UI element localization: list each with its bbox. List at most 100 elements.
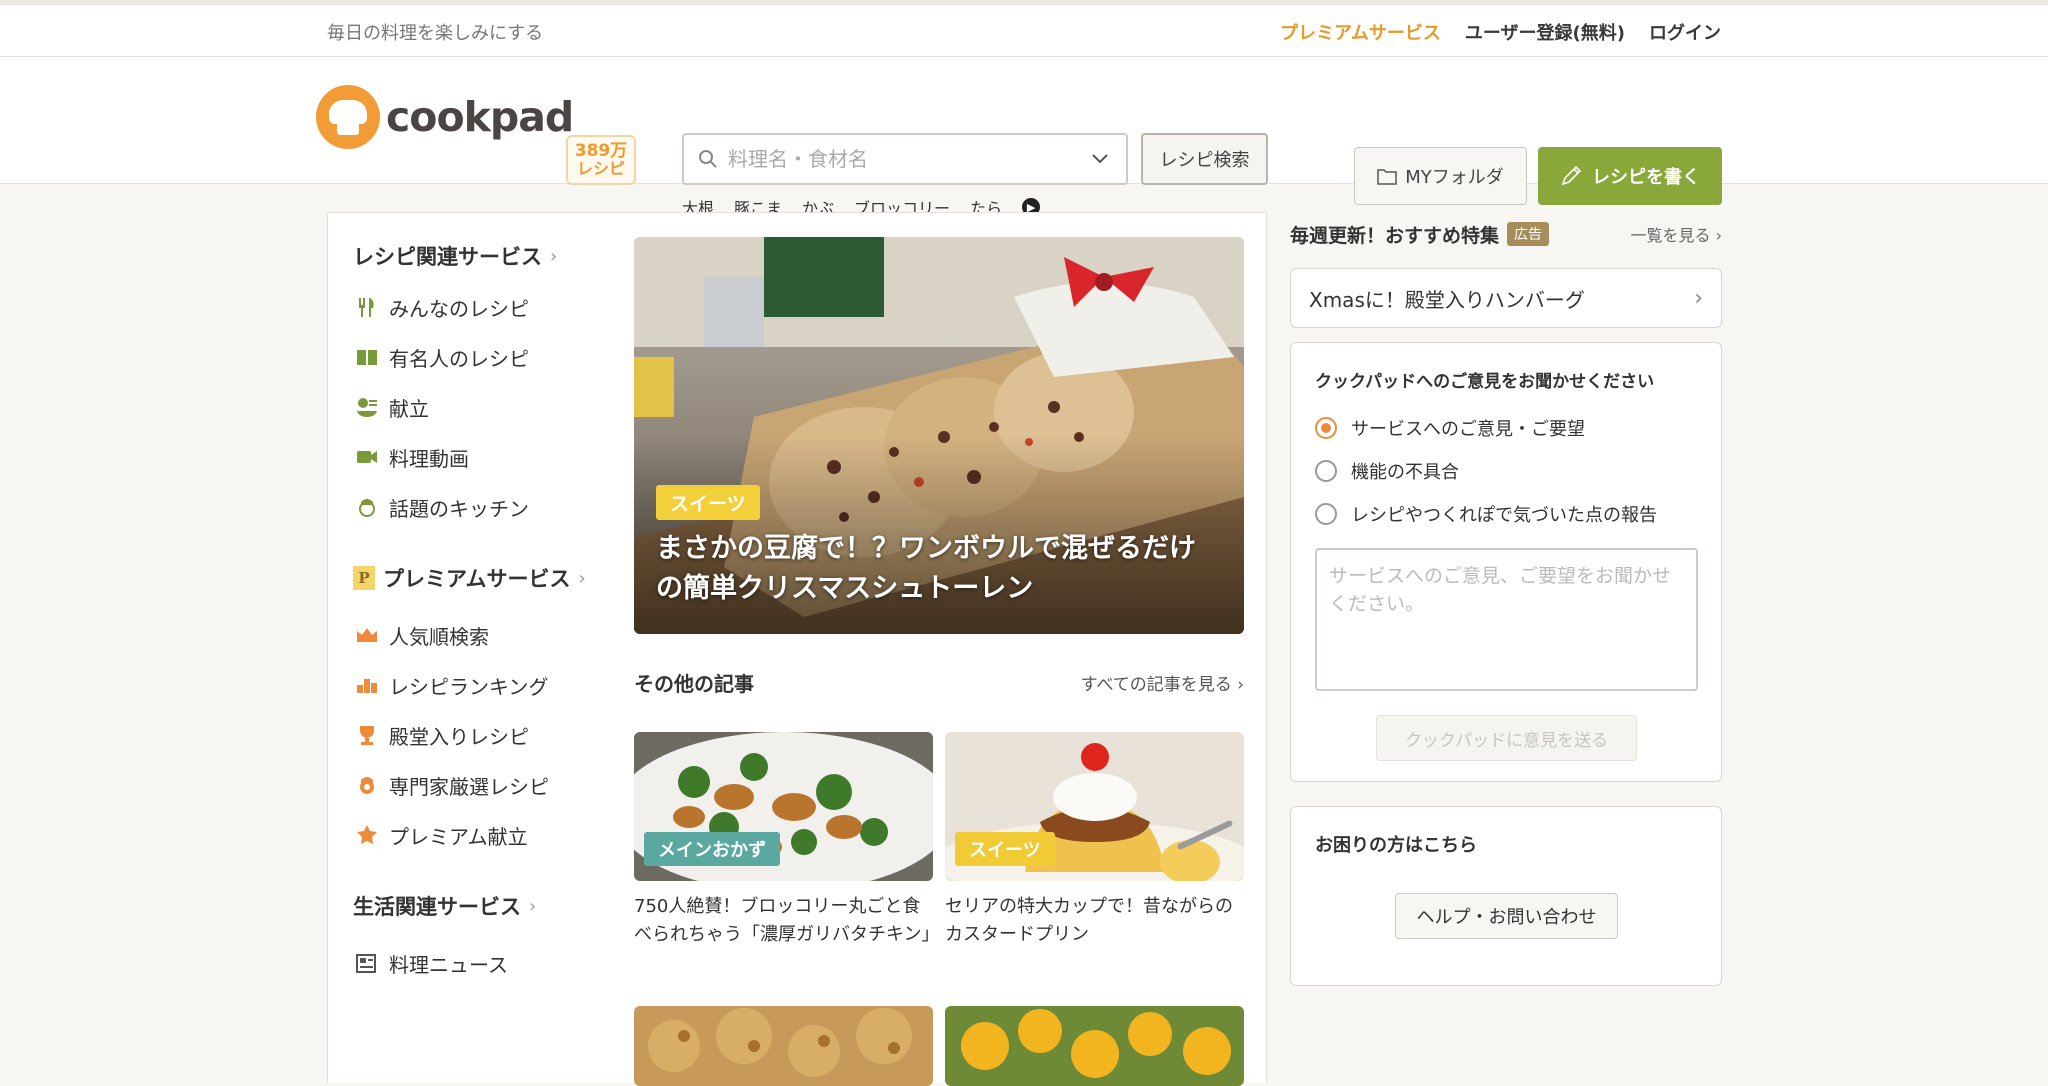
login-link[interactable]: ログイン — [1649, 19, 1721, 45]
site-header: cookpad 389万 レシピ レシピ検索 大根 豚こま かぶ ブロッコリー … — [0, 57, 2048, 218]
podium-icon — [355, 673, 379, 697]
featured-article-title: まさかの豆腐で！？ワンボウルで混ぜるだけの簡単クリスマスシュトーレン — [656, 533, 1196, 604]
chevron-right-icon: › — [1694, 285, 1703, 311]
my-folder-button[interactable]: MYフォルダ — [1354, 147, 1527, 205]
fork-knife-icon — [355, 295, 379, 319]
sidebar-item-everyone-recipes[interactable]: みんなのレシピ — [353, 282, 593, 332]
sidebar-item-menu[interactable]: 献立 — [353, 382, 593, 432]
sidebar-section-premium-services[interactable]: P プレミアムサービス › — [353, 560, 593, 596]
sidebar-item-label: 有名人のレシピ — [389, 346, 529, 371]
top-links: プレミアムサービス ユーザー登録(無料) ログイン — [1280, 19, 1721, 45]
sidebar-item-label: 殿堂入りレシピ — [389, 724, 529, 749]
premium-p-badge: P — [353, 566, 375, 590]
expert-icon — [355, 773, 379, 797]
search-icon — [699, 150, 717, 168]
feedback-textarea[interactable] — [1315, 548, 1698, 691]
recipe-count-unit: レシピ — [576, 159, 625, 178]
radio-unselected-icon — [1315, 502, 1337, 525]
premium-service-link[interactable]: プレミアムサービス — [1280, 19, 1441, 45]
chevron-right-icon: › — [578, 567, 586, 589]
article-card[interactable] — [945, 1006, 1244, 1086]
write-recipe-button[interactable]: レシピを書く — [1538, 147, 1722, 205]
search-input[interactable] — [726, 146, 1092, 172]
article-image — [634, 1006, 933, 1086]
sidebar-item-cooking-videos[interactable]: 料理動画 — [353, 432, 593, 482]
radio-label: 機能の不具合 — [1351, 461, 1459, 483]
article-image: スイーツ — [945, 732, 1244, 881]
crown-icon — [355, 623, 379, 647]
pencil-icon — [1561, 165, 1582, 186]
radio-unselected-icon — [1315, 459, 1337, 482]
radio-label: レシピやつくれぽで気づいた点の報告 — [1351, 504, 1657, 526]
sidebar-item-expert-recipes[interactable]: 専門家厳選レシピ — [353, 760, 593, 810]
chevron-right-icon: › — [550, 245, 558, 267]
sidebar-item-popular-search[interactable]: 人気順検索 — [353, 610, 593, 660]
help-contact-button[interactable]: ヘルプ・お問い合わせ — [1395, 893, 1618, 939]
radio-selected-icon — [1315, 416, 1337, 439]
view-list-link[interactable]: 一覧を見る › — [1631, 222, 1723, 246]
weekly-feature-header: 毎週更新！おすすめ特集 広告 一覧を見る › — [1290, 212, 1722, 256]
view-list-label: 一覧を見る — [1630, 226, 1711, 245]
my-folder-label: MYフォルダ — [1405, 167, 1504, 188]
folder-icon — [1377, 169, 1397, 185]
section-title: 生活関連サービス — [353, 895, 521, 919]
citrus-photo — [945, 1006, 1244, 1086]
send-feedback-button[interactable]: クックパッドに意見を送る — [1376, 715, 1637, 761]
weekly-feature-title: 毎週更新！おすすめ特集 — [1290, 224, 1500, 247]
search-box — [682, 133, 1128, 185]
recipe-count-badge: 389万 レシピ — [566, 135, 636, 185]
site-tagline: 毎日の料理を楽しみにする — [327, 23, 544, 44]
section-title: レシピ関連サービス — [353, 245, 542, 269]
top-bar: 毎日の料理を楽しみにする プレミアムサービス ユーザー登録(無料) ログイン — [0, 5, 2048, 57]
feature-link-card[interactable]: Xmasに！殿堂入りハンバーグ › — [1290, 268, 1722, 328]
see-all-articles-link[interactable]: すべての記事を見る › — [1081, 670, 1244, 695]
right-sidebar: 毎週更新！おすすめ特集 広告 一覧を見る › Xmasに！殿堂入りハンバーグ ›… — [1290, 212, 1722, 986]
sidebar: レシピ関連サービス › みんなのレシピ 有名人のレシピ 献立 料理動画 話題のキ… — [353, 238, 593, 988]
sidebar-item-recipe-ranking[interactable]: レシピランキング — [353, 660, 593, 710]
recipe-count-number: 389万 — [574, 141, 628, 161]
sidebar-item-celebrity-recipes[interactable]: 有名人のレシピ — [353, 332, 593, 382]
sidebar-item-label: みんなのレシピ — [389, 296, 529, 321]
main-content-panel: レシピ関連サービス › みんなのレシピ 有名人のレシピ 献立 料理動画 話題のキ… — [327, 212, 1267, 1086]
feedback-option-radio[interactable]: サービスへのご意見・ご要望 — [1315, 406, 1697, 449]
chevron-right-icon: › — [529, 895, 537, 917]
fried-food-photo — [634, 1006, 933, 1086]
book-icon — [355, 345, 379, 369]
sidebar-section-recipe-services[interactable]: レシピ関連サービス › — [353, 238, 593, 274]
star-menu-icon — [355, 823, 379, 847]
ad-badge: 広告 — [1507, 222, 1550, 246]
chef-hat-logo-icon — [316, 85, 380, 149]
feedback-option-radio[interactable]: レシピやつくれぽで気づいた点の報告 — [1315, 492, 1697, 535]
sidebar-item-label: 料理ニュース — [389, 952, 508, 977]
sidebar-item-trending-kitchen[interactable]: 話題のキッチン — [353, 482, 593, 532]
video-camera-icon — [355, 445, 379, 469]
radio-label: サービスへのご意見・ご要望 — [1351, 418, 1585, 440]
sidebar-item-label: 献立 — [389, 396, 429, 421]
article-image: メインおかず — [634, 732, 933, 881]
sidebar-item-label: 人気順検索 — [389, 624, 489, 649]
category-tag: スイーツ — [656, 485, 760, 520]
sidebar-item-label: プレミアム献立 — [389, 824, 528, 849]
sidebar-item-cooking-news[interactable]: 料理ニュース — [353, 938, 593, 988]
help-box: お困りの方はこちら ヘルプ・お問い合わせ — [1290, 806, 1722, 986]
cookpad-logo[interactable]: cookpad — [316, 85, 574, 149]
newspaper-icon — [355, 951, 379, 975]
feedback-option-radio[interactable]: 機能の不具合 — [1315, 449, 1697, 492]
feedback-form: クックパッドへのご意見をお聞かせください サービスへのご意見・ご要望 機能の不具… — [1290, 342, 1722, 782]
sidebar-section-life-services[interactable]: 生活関連サービス › — [353, 888, 593, 924]
see-all-articles-label: すべての記事を見る — [1080, 675, 1232, 695]
sidebar-item-label: 話題のキッチン — [389, 496, 529, 521]
sidebar-item-label: 専門家厳選レシピ — [389, 774, 549, 799]
chef-icon — [355, 495, 379, 519]
sidebar-item-label: 料理動画 — [389, 446, 469, 471]
chevron-down-icon[interactable] — [1092, 154, 1108, 164]
article-card[interactable]: メインおかず 750人絶賛！ブロッコリー丸ごと食べられちゃう「濃厚ガリバタチキン… — [634, 732, 939, 949]
sidebar-item-hall-of-fame[interactable]: 殿堂入りレシピ — [353, 710, 593, 760]
sidebar-item-premium-menu[interactable]: プレミアム献立 — [353, 810, 593, 860]
register-link[interactable]: ユーザー登録(無料) — [1465, 19, 1625, 45]
recipe-search-button[interactable]: レシピ検索 — [1141, 133, 1268, 185]
article-card[interactable] — [634, 1006, 933, 1086]
section-title: プレミアムサービス — [383, 567, 571, 591]
featured-article-banner[interactable]: スイーツ まさかの豆腐で！？ワンボウルで混ぜるだけの簡単クリスマスシュトーレン — [634, 237, 1244, 634]
article-card[interactable]: スイーツ セリアの特大カップで！昔ながらのカスタードプリン — [945, 732, 1244, 949]
